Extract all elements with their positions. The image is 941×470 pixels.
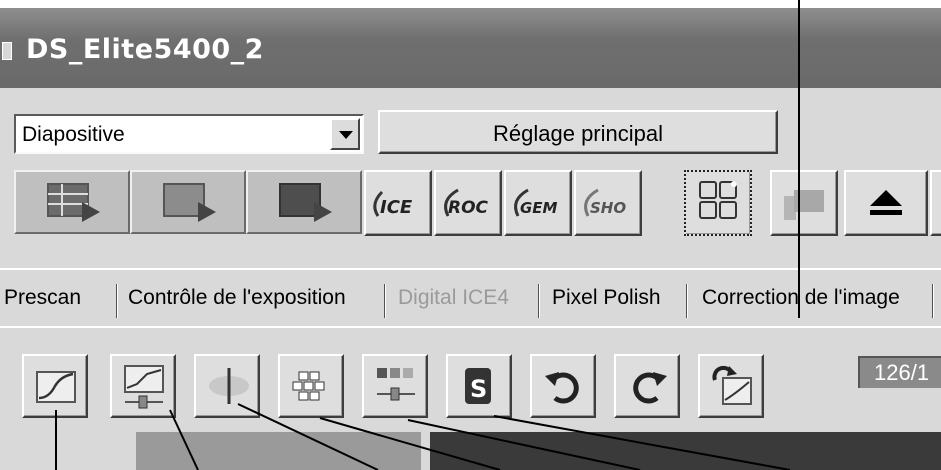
tab-separator <box>116 284 118 318</box>
eject-button[interactable] <box>844 170 928 236</box>
hue-saturation-button[interactable] <box>362 354 428 418</box>
brightness-contrast-slider-icon <box>124 365 164 409</box>
tab-image-correction[interactable]: Correction de l'image <box>702 286 900 310</box>
prescan-icon <box>163 183 216 222</box>
redo-button[interactable] <box>614 354 680 418</box>
dropdown-button[interactable] <box>330 118 360 150</box>
svg-text:SHO: SHO <box>590 199 626 217</box>
flag-icon <box>784 190 824 220</box>
tone-curve-icon <box>36 371 76 403</box>
title-bar: DS_Elite5400_2 <box>0 8 941 88</box>
color-balance-icon <box>209 368 249 404</box>
gem-icon: GEM <box>514 188 558 217</box>
preview-image <box>430 432 941 470</box>
selective-color-button[interactable]: S <box>446 354 512 418</box>
frame-counter: 126/1 <box>858 356 941 388</box>
tone-curve-button[interactable] <box>22 354 88 418</box>
undo-icon <box>545 372 579 404</box>
window-icon <box>2 42 12 60</box>
reset-icon <box>712 365 752 405</box>
eject-icon <box>870 190 902 215</box>
svg-text:ROC: ROC <box>448 198 489 218</box>
svg-text:GEM: GEM <box>520 199 558 217</box>
sho-icon: SHO <box>584 188 626 217</box>
main-setting-label: Réglage principal <box>493 121 663 146</box>
tab-digital-ice4[interactable]: Digital ICE4 <box>398 286 509 310</box>
ice-button[interactable]: ICE <box>364 170 432 236</box>
redo-icon <box>633 372 667 404</box>
window-title: DS_Elite5400_2 <box>26 34 264 65</box>
preview-area <box>136 432 421 470</box>
frame-counter-value: 126/1 <box>874 360 930 385</box>
film-type-value: Diapositive <box>22 123 125 146</box>
chevron-down-icon <box>339 131 353 139</box>
gem-button[interactable]: GEM <box>504 170 572 236</box>
color-balance-button[interactable] <box>194 354 260 418</box>
sho-button[interactable]: SHO <box>574 170 642 236</box>
film-type-select[interactable]: Diapositive <box>14 114 364 154</box>
variation-icon <box>292 371 325 401</box>
scan-icon <box>279 183 332 222</box>
selective-color-icon: S <box>465 368 491 404</box>
roc-icon: ROC <box>444 188 489 218</box>
tab-separator <box>686 284 688 318</box>
scan-button[interactable] <box>246 170 362 234</box>
flag-button[interactable] <box>770 170 838 236</box>
roc-button[interactable]: ROC <box>434 170 502 236</box>
prescan-button[interactable] <box>130 170 246 234</box>
tab-pixel-polish[interactable]: Pixel Polish <box>552 286 661 310</box>
ice-icon: ICE <box>373 190 413 218</box>
tab-underline <box>0 326 941 328</box>
tab-separator <box>384 284 386 318</box>
tabs-divider <box>0 268 941 270</box>
auto-focus-grid-icon <box>699 181 737 219</box>
svg-text:ICE: ICE <box>380 197 413 218</box>
main-panel: Diapositive Réglage principal ICE ROC GE… <box>0 88 941 470</box>
svg-text:S: S <box>470 375 487 403</box>
index-scan-icon <box>47 183 100 222</box>
reset-button[interactable] <box>698 354 764 418</box>
brightness-contrast-button[interactable] <box>110 354 176 418</box>
tab-separator <box>538 284 540 318</box>
index-scan-button[interactable] <box>14 170 130 234</box>
tab-prescan[interactable]: Prescan <box>4 286 81 310</box>
undo-button[interactable] <box>530 354 596 418</box>
tab-exposure-control[interactable]: Contrôle de l'exposition <box>128 286 346 310</box>
hue-saturation-slider-icon <box>377 368 415 401</box>
tab-separator <box>932 284 934 318</box>
auto-focus-grid-button[interactable] <box>684 170 752 236</box>
toolbar-overflow-button[interactable] <box>930 170 941 236</box>
variation-button[interactable] <box>278 354 344 418</box>
main-setting-button[interactable]: Réglage principal <box>378 110 778 154</box>
